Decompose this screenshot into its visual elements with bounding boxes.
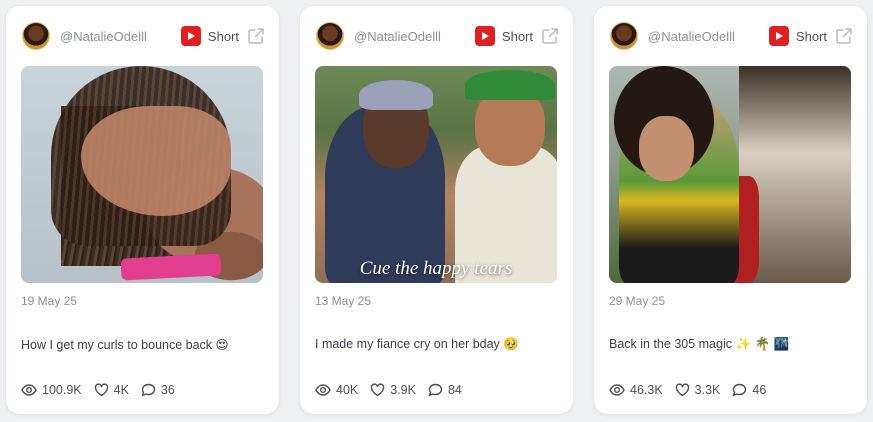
comments-stat: 36	[141, 383, 175, 397]
content-type-label: Short	[795, 28, 827, 44]
post-card[interactable]: @NatalieOdelll Short 29 May 25 Back in t…	[594, 6, 867, 414]
likes-stat: 3.9K	[370, 383, 416, 397]
comment-icon	[141, 383, 156, 397]
post-caption: Back in the 305 magic ✨ 🌴 🌃	[609, 337, 790, 351]
creator-handle[interactable]: @NatalieOdelll	[648, 29, 735, 44]
card-header: @NatalieOdelll Short	[610, 22, 853, 50]
avatar[interactable]	[610, 22, 638, 50]
post-date: 13 May 25	[315, 294, 372, 308]
card-header: @NatalieOdelll Short	[316, 22, 559, 50]
thumbnail-headscarf	[359, 80, 433, 110]
eye-icon	[609, 384, 625, 396]
video-thumbnail[interactable]	[21, 66, 263, 283]
likes-count: 3.3K	[694, 383, 721, 397]
post-date: 19 May 25	[21, 294, 78, 308]
youtube-icon	[180, 26, 201, 46]
post-card[interactable]: @NatalieOdelll Short 19 May 25 How I get…	[6, 6, 279, 414]
content-type-label: Short	[207, 28, 239, 44]
youtube-icon	[474, 26, 495, 46]
post-caption: I made my fiance cry on her bday 🥹	[315, 337, 519, 351]
avatar[interactable]	[22, 22, 50, 50]
youtube-icon	[768, 26, 789, 46]
views-stat: 100.9K	[21, 383, 82, 397]
comment-icon	[733, 383, 747, 397]
post-stats: 46.3K 3.3K 46	[609, 381, 855, 399]
comments-stat: 84	[428, 383, 462, 397]
post-card[interactable]: @NatalieOdelll Short Cue the happy tears…	[300, 6, 573, 414]
thumbnail-person-head	[639, 116, 694, 181]
thumbnail-hat	[465, 70, 555, 100]
heart-icon	[94, 383, 108, 397]
comments-stat: 46	[732, 383, 766, 397]
views-count: 100.9K	[42, 383, 82, 397]
comments-count: 46	[752, 383, 767, 397]
post-date: 29 May 25	[609, 294, 666, 308]
post-caption: How I get my curls to bounce back 😍	[21, 338, 229, 352]
creator-handle[interactable]: @NatalieOdelll	[354, 29, 441, 44]
views-count: 40K	[336, 383, 359, 397]
eye-icon	[21, 384, 37, 396]
post-stats: 40K 3.9K 84	[315, 381, 561, 399]
views-count: 46.3K	[630, 383, 663, 397]
content-type-label: Short	[501, 28, 533, 44]
external-link-icon[interactable]	[541, 27, 559, 45]
eye-icon	[315, 384, 331, 396]
heart-icon	[371, 383, 385, 397]
external-link-icon[interactable]	[835, 27, 853, 45]
comments-count: 84	[447, 383, 462, 397]
likes-count: 3.9K	[390, 383, 416, 397]
likes-stat: 4K	[94, 383, 129, 397]
card-header: @NatalieOdelll Short	[22, 22, 265, 50]
thumbnail-caption: Cue the happy tears	[359, 258, 513, 279]
heart-icon	[675, 383, 689, 397]
likes-stat: 3.3K	[675, 383, 721, 397]
video-thumbnail[interactable]	[609, 66, 851, 283]
thumbnail-brush	[120, 253, 222, 281]
comments-count: 36	[160, 383, 175, 397]
creator-handle[interactable]: @NatalieOdelll	[60, 29, 147, 44]
post-stats: 100.9K 4K 36	[21, 381, 267, 399]
views-stat: 46.3K	[609, 383, 663, 397]
likes-count: 4K	[113, 383, 129, 397]
external-link-icon[interactable]	[247, 27, 265, 45]
avatar[interactable]	[316, 22, 344, 50]
video-thumbnail[interactable]: Cue the happy tears	[315, 66, 557, 283]
views-stat: 40K	[315, 383, 358, 397]
comment-icon	[428, 383, 443, 397]
